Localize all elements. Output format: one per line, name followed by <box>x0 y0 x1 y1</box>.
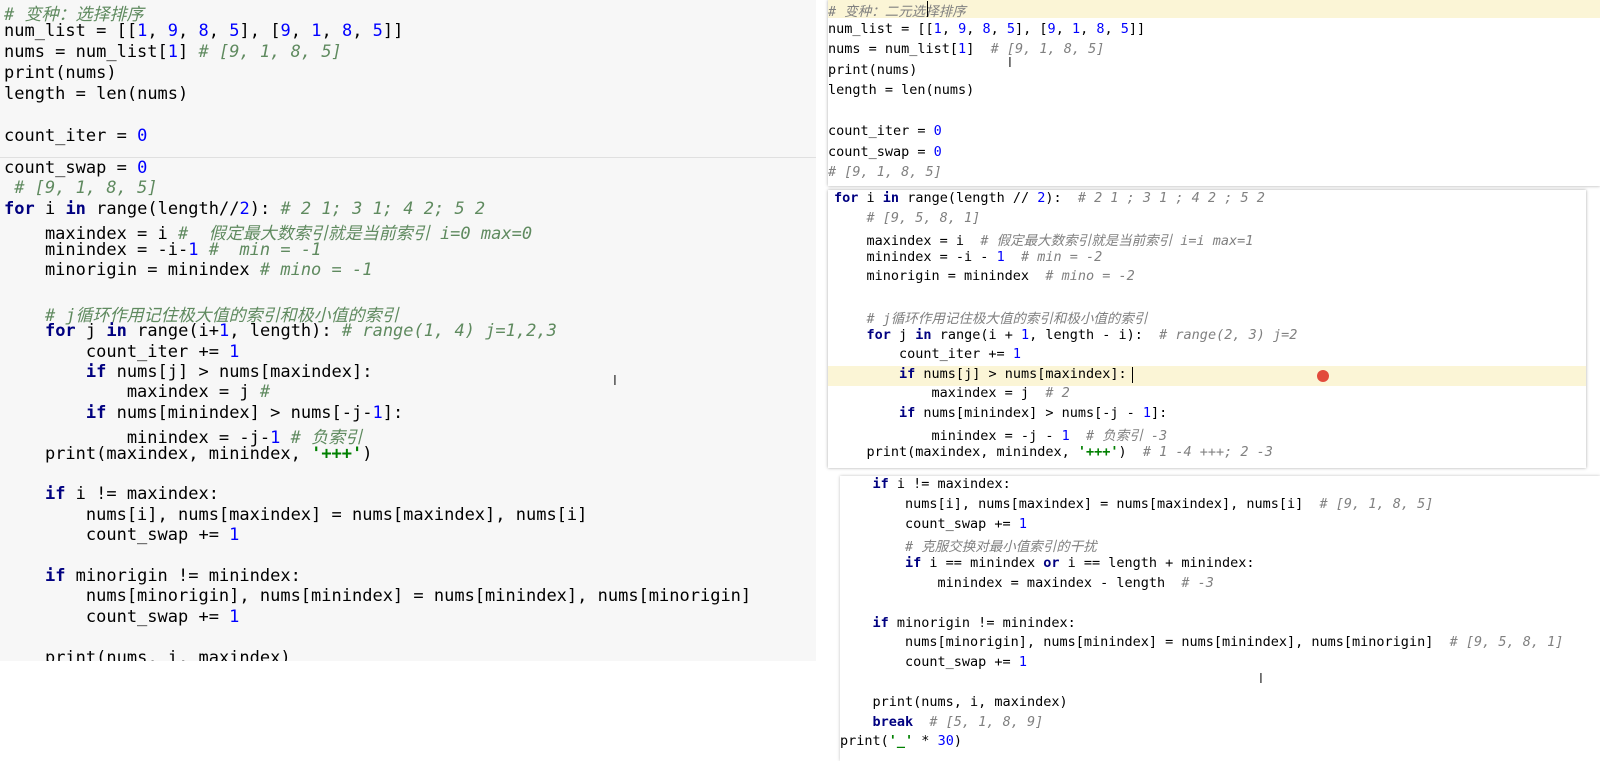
code-line[interactable]: # [9, 1, 8, 5] <box>828 164 942 180</box>
code-line[interactable]: print(nums, i, maxindex) <box>4 648 291 661</box>
code-line[interactable]: length = len(nums) <box>828 82 974 98</box>
code-line[interactable]: print(maxindex, minindex, '+++') # 1 -4 … <box>834 444 1273 460</box>
code-line[interactable]: for i in range(length // 2): # 2 1 ; 3 1… <box>834 190 1265 206</box>
code-line[interactable]: length = len(nums) <box>4 84 188 104</box>
left-notebook-cell-top[interactable]: # 变种：选择排序 num_list = [[1, 9, 8, 5], [9, 1… <box>0 0 816 157</box>
code-line[interactable]: minindex = -i - 1 # min = -2 <box>834 249 1103 265</box>
code-line[interactable]: maxindex = j # 2 <box>834 385 1070 401</box>
code-line[interactable]: for j in range(i + 1, length - i): # ran… <box>834 327 1298 343</box>
code-line[interactable]: # [9, 1, 8, 5] <box>4 178 157 198</box>
code-line[interactable]: count_iter = 0 <box>4 126 147 146</box>
code-line[interactable]: print(nums) <box>828 62 917 78</box>
text-caret <box>1132 367 1133 383</box>
code-line[interactable]: num_list = [[1, 9, 8, 5], [9, 1, 8, 5]] <box>828 21 1145 37</box>
code-line[interactable]: count_swap += 1 <box>840 654 1027 670</box>
code-line[interactable]: nums = num_list[1] # [9, 1, 8, 5] <box>828 41 1104 57</box>
code-line[interactable]: count_swap += 1 <box>4 607 240 627</box>
code-line[interactable]: if nums[j] > nums[maxindex]: <box>4 362 373 382</box>
code-line[interactable]: nums[minorigin], nums[minindex] = nums[m… <box>840 634 1563 650</box>
code-line[interactable]: print(nums, i, maxindex) <box>840 694 1068 710</box>
left-notebook-cell-bottom[interactable]: count_swap = 0 # [9, 1, 8, 5] for i in ra… <box>0 157 816 661</box>
code-line[interactable]: minindex = maxindex - length # -3 <box>840 575 1214 591</box>
code-line[interactable]: num_list = [[1, 9, 8, 5], [9, 1, 8, 5]] <box>4 21 403 41</box>
code-line[interactable]: print('_' * 30) <box>840 733 962 749</box>
code-line[interactable]: nums[i], nums[maxindex] = nums[maxindex]… <box>4 505 588 525</box>
code-line[interactable]: break # [5, 1, 8, 9] <box>840 714 1044 730</box>
code-line[interactable]: minindex = -j - 1 # 负索引 -3 <box>834 424 1168 444</box>
code-line[interactable]: count_iter += 1 <box>834 346 1021 362</box>
code-line[interactable]: # [9, 5, 8, 1] <box>834 210 981 226</box>
ibeam-cursor-icon: I <box>1008 56 1012 71</box>
ibeam-cursor-icon: I <box>1259 672 1263 687</box>
code-line[interactable]: maxindex = i # 假定最大数索引就是当前索引 i=i max=1 <box>834 229 1254 249</box>
code-line[interactable]: print(nums) <box>4 63 117 83</box>
code-line[interactable]: if i != maxindex: <box>4 484 219 504</box>
code-line[interactable]: for i in range(length//2): # 2 1; 3 1; 4… <box>4 199 485 219</box>
code-line[interactable]: minindex = -i-1 # min = -1 <box>4 240 321 260</box>
code-line[interactable]: if nums[j] > nums[maxindex]: <box>834 366 1127 382</box>
code-line[interactable]: # 克服交换对最小值索引的干扰 <box>840 535 1097 555</box>
code-line[interactable]: nums[minorigin], nums[minindex] = nums[m… <box>4 586 751 606</box>
code-line[interactable]: count_iter += 1 <box>4 342 240 362</box>
right-editor-pane-header[interactable]: # 变种：二元选择排序 num_list = [[1, 9, 8, 5], [9,… <box>828 0 1600 186</box>
code-line[interactable]: minorigin = minindex # mino = -1 <box>4 260 373 280</box>
code-line[interactable]: if minorigin != minindex: <box>840 615 1076 631</box>
code-line[interactable]: if nums[minindex] > nums[-j - 1]: <box>834 405 1167 421</box>
code-line[interactable]: if i == minindex or i == length + minind… <box>840 555 1255 571</box>
breakpoint-icon[interactable] <box>1317 370 1329 382</box>
code-line[interactable]: if nums[minindex] > nums[-j-1]: <box>4 403 403 423</box>
code-line[interactable]: if minorigin != minindex: <box>4 566 301 586</box>
code-line[interactable]: count_swap += 1 <box>4 525 240 545</box>
ibeam-cursor-icon: I <box>613 374 617 389</box>
right-editor-pane-loop[interactable]: for i in range(length // 2): # 2 1 ; 3 1… <box>828 190 1586 468</box>
right-editor-pane-swap[interactable]: if i != maxindex: nums[i], nums[maxindex… <box>840 476 1600 761</box>
code-line[interactable]: minorigin = minindex # mino = -2 <box>834 268 1135 284</box>
code-line[interactable]: count_swap += 1 <box>840 516 1027 532</box>
code-line[interactable]: nums[i], nums[maxindex] = nums[maxindex]… <box>840 496 1433 512</box>
code-line[interactable]: for j in range(i+1, length): # range(1, … <box>4 321 557 341</box>
code-line[interactable]: count_swap = 0 <box>828 144 942 160</box>
code-line[interactable]: print(maxindex, minindex, '+++') <box>4 444 373 464</box>
code-line[interactable]: maxindex = j # <box>4 382 270 402</box>
code-line[interactable]: # 变种：二元选择排序 <box>828 0 966 20</box>
code-line[interactable]: count_swap = 0 <box>4 158 147 178</box>
code-line[interactable]: nums = num_list[1] # [9, 1, 8, 5] <box>4 42 342 62</box>
code-line[interactable]: count_iter = 0 <box>828 123 942 139</box>
text-caret <box>927 1 928 17</box>
code-line[interactable]: # j循环作用记住极大值的索引和极小值的索引 <box>834 307 1148 327</box>
code-line[interactable]: if i != maxindex: <box>840 476 1011 492</box>
